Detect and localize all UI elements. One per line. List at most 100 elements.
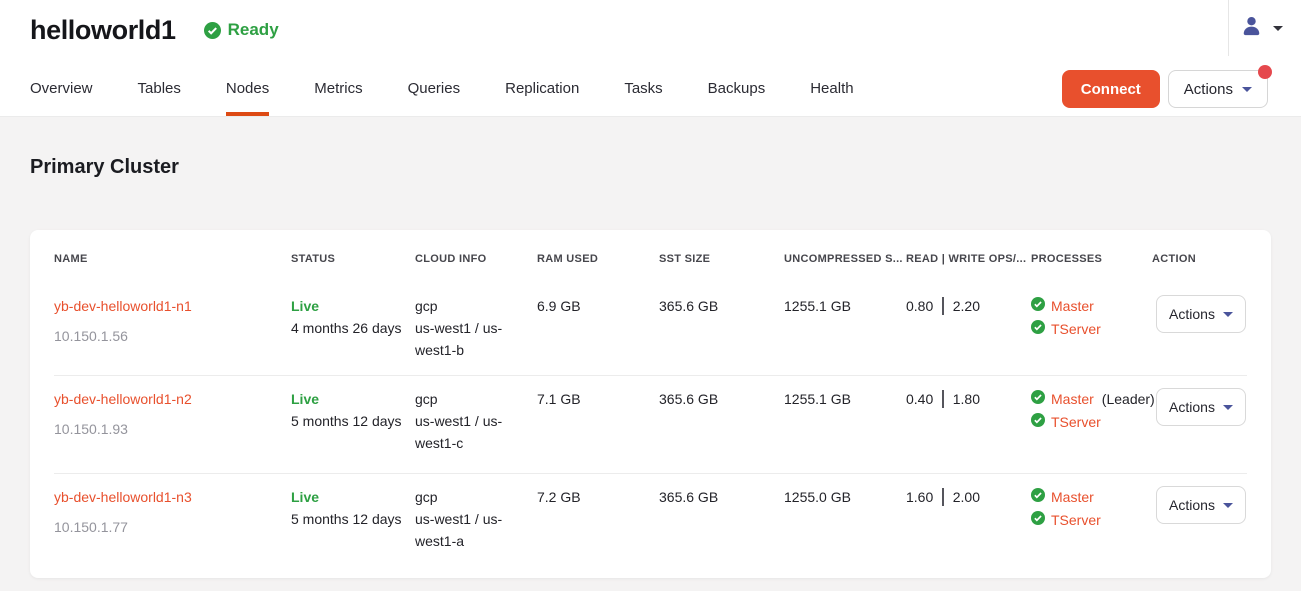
node-ram-used: 7.2 GB	[537, 486, 659, 576]
node-actions-button[interactable]: Actions	[1156, 388, 1246, 426]
header-divider	[1228, 0, 1229, 56]
pipe-separator	[942, 390, 944, 408]
node-status-cell: Live 5 months 12 days	[291, 486, 415, 576]
universe-actions-label: Actions	[1184, 81, 1233, 98]
tab-overview[interactable]: Overview	[30, 60, 93, 116]
tserver-link[interactable]: TServer	[1051, 411, 1101, 433]
node-status: Live	[291, 489, 319, 505]
universe-nav: Overview Tables Nodes Metrics Queries Re…	[0, 60, 1301, 117]
node-cloud-cell: gcp us-west1 / us-west1-c	[415, 388, 537, 473]
connect-button[interactable]: Connect	[1062, 70, 1160, 108]
process-line: TServer	[1031, 318, 1140, 340]
chevron-down-icon	[1223, 312, 1233, 317]
col-action: ACTION	[1152, 253, 1247, 265]
tab-replication[interactable]: Replication	[505, 60, 579, 116]
node-read-write-ops: 0.80 2.20	[906, 295, 1031, 375]
topbar: helloworld1 Ready	[0, 0, 1301, 60]
table-row: yb-dev-helloworld1-n3 10.150.1.77 Live 5…	[54, 473, 1247, 576]
node-name-cell: yb-dev-helloworld1-n3 10.150.1.77	[54, 486, 291, 576]
node-cloud-cell: gcp us-west1 / us-west1-b	[415, 295, 537, 375]
col-name: NAME	[54, 253, 291, 265]
user-menu[interactable]	[1240, 0, 1283, 56]
check-circle-icon	[204, 22, 221, 39]
node-cloud-cell: gcp us-west1 / us-west1-a	[415, 486, 537, 576]
node-provider: gcp	[415, 489, 438, 505]
node-ip: 10.150.1.77	[54, 516, 279, 538]
process-line: Master (Leader)	[1031, 388, 1140, 410]
check-circle-icon	[1031, 295, 1045, 317]
write-ops: 1.80	[953, 391, 980, 407]
chevron-down-icon	[1242, 87, 1252, 92]
col-ram-used: RAM USED	[537, 253, 659, 265]
tab-queries[interactable]: Queries	[408, 60, 461, 116]
node-action-cell: Actions	[1152, 486, 1258, 576]
node-uncompressed-size: 1255.1 GB	[784, 388, 906, 473]
node-uptime: 5 months 12 days	[291, 413, 402, 429]
node-read-write-ops: 0.401.80	[906, 388, 1031, 473]
node-actions-label: Actions	[1169, 306, 1215, 322]
node-region-zone: us-west1 / us-west1-b	[415, 320, 502, 358]
master-link[interactable]: Master	[1051, 388, 1094, 410]
node-ip: 10.150.1.93	[54, 418, 279, 440]
nav-tabs: Overview Tables Nodes Metrics Queries Re…	[30, 60, 854, 116]
col-status: STATUS	[291, 253, 415, 265]
node-status-cell: Live 4 months 26 days	[291, 295, 415, 375]
tab-tables[interactable]: Tables	[138, 60, 181, 116]
master-link[interactable]: Master	[1051, 486, 1094, 508]
node-action-cell: Actions	[1152, 388, 1258, 473]
process-line: TServer	[1031, 411, 1140, 433]
node-actions-label: Actions	[1169, 497, 1215, 513]
check-circle-icon	[1031, 411, 1045, 433]
tab-metrics[interactable]: Metrics	[314, 60, 362, 116]
col-read-write-ops: READ | WRITE OPS/...	[906, 253, 1031, 265]
tab-health[interactable]: Health	[810, 60, 853, 116]
nodes-table-card: NAME STATUS CLOUD INFO RAM USED SST SIZE…	[30, 230, 1271, 578]
node-uptime: 5 months 12 days	[291, 511, 402, 527]
node-ram-used: 7.1 GB	[537, 388, 659, 473]
node-sst-size: 365.6 GB	[659, 486, 784, 576]
write-ops: 2.00	[953, 489, 980, 505]
node-link[interactable]: yb-dev-helloworld1-n1	[54, 298, 192, 314]
tserver-link[interactable]: TServer	[1051, 318, 1101, 340]
node-sst-size: 365.6 GB	[659, 295, 784, 375]
check-circle-icon	[1031, 318, 1045, 340]
node-status: Live	[291, 391, 319, 407]
node-actions-button[interactable]: Actions	[1156, 295, 1246, 333]
node-processes-cell: Master TServer	[1031, 486, 1152, 576]
cluster-title: helloworld1	[30, 15, 176, 46]
table-header-row: NAME STATUS CLOUD INFO RAM USED SST SIZE…	[54, 230, 1247, 283]
table-row: yb-dev-helloworld1-n1 10.150.1.56 Live 4…	[54, 283, 1247, 375]
pipe-separator	[942, 297, 944, 315]
universe-actions-button[interactable]: Actions	[1168, 70, 1268, 108]
node-actions-button[interactable]: Actions	[1156, 486, 1246, 524]
tab-nodes[interactable]: Nodes	[226, 60, 269, 116]
read-ops: 0.80	[906, 298, 933, 314]
write-ops: 2.20	[953, 298, 980, 314]
check-circle-icon	[1031, 509, 1045, 531]
node-action-cell: Actions	[1152, 295, 1258, 375]
main-content: Primary Cluster NAME STATUS CLOUD INFO R…	[0, 155, 1301, 578]
node-ip: 10.150.1.56	[54, 325, 279, 347]
process-line: Master	[1031, 486, 1140, 508]
section-title: Primary Cluster	[30, 155, 1271, 180]
node-uncompressed-size: 1255.0 GB	[784, 486, 906, 576]
node-processes-cell: Master (Leader) TServer	[1031, 388, 1152, 473]
tab-backups[interactable]: Backups	[708, 60, 766, 116]
node-link[interactable]: yb-dev-helloworld1-n3	[54, 489, 192, 505]
tab-tasks[interactable]: Tasks	[624, 60, 662, 116]
master-link[interactable]: Master	[1051, 295, 1094, 317]
node-provider: gcp	[415, 298, 438, 314]
process-line: Master	[1031, 295, 1140, 317]
node-processes-cell: Master TServer	[1031, 295, 1152, 375]
status-badge-label: Ready	[228, 20, 279, 40]
node-link[interactable]: yb-dev-helloworld1-n2	[54, 391, 192, 407]
tserver-link[interactable]: TServer	[1051, 509, 1101, 531]
check-circle-icon	[1031, 388, 1045, 410]
pipe-separator	[942, 488, 944, 506]
node-name-cell: yb-dev-helloworld1-n1 10.150.1.56	[54, 295, 291, 375]
node-read-write-ops: 1.602.00	[906, 486, 1031, 576]
user-menu-caret-icon[interactable]	[1273, 26, 1283, 31]
col-uncompressed-size: UNCOMPRESSED S...	[784, 253, 906, 265]
node-sst-size: 365.6 GB	[659, 388, 784, 473]
user-avatar-icon[interactable]	[1240, 14, 1263, 42]
